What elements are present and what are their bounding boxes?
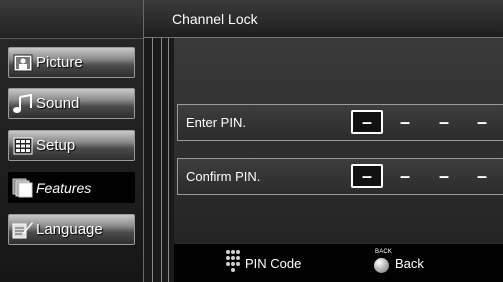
- confirm-pin-digit-4[interactable]: –: [477, 167, 487, 185]
- back-button[interactable]: BACK Back: [373, 244, 424, 282]
- rail-divider: [152, 38, 153, 282]
- picture-icon: [12, 53, 34, 73]
- enter-pin-row: Enter PIN. – – – –: [177, 104, 503, 141]
- confirm-pin-digit-3[interactable]: –: [439, 167, 449, 185]
- language-icon: [12, 220, 34, 240]
- confirm-pin-label: Confirm PIN.: [186, 169, 261, 184]
- enter-pin-digit-1[interactable]: –: [351, 110, 383, 134]
- sidebar-item-features[interactable]: Features: [8, 172, 135, 203]
- confirm-pin-digit-1[interactable]: –: [351, 164, 383, 188]
- enter-pin-digit-2[interactable]: –: [400, 113, 410, 131]
- title-bar: Channel Lock: [144, 0, 503, 38]
- sidebar-item-sound[interactable]: Sound: [8, 88, 135, 119]
- pin-code-label: PIN Code: [245, 255, 302, 271]
- enter-pin-digit-4[interactable]: –: [477, 113, 487, 131]
- back-caption: BACK: [375, 249, 393, 255]
- keypad-icon: [225, 249, 241, 278]
- rail-divider: [168, 38, 169, 282]
- page-title: Channel Lock: [172, 11, 258, 27]
- sidebar-item-setup[interactable]: Setup: [8, 130, 135, 161]
- confirm-pin-digit-2[interactable]: –: [400, 167, 410, 185]
- sidebar-header: [0, 0, 143, 39]
- sidebar-item-picture[interactable]: Picture: [8, 47, 135, 78]
- pin-code-hint[interactable]: PIN Code: [225, 244, 301, 282]
- sidebar-item-language[interactable]: Language: [8, 214, 135, 245]
- sidebar-item-label: Setup: [36, 137, 76, 154]
- sidebar-item-label: Features: [36, 179, 92, 196]
- channel-lock-panel: Enter PIN. – – – – Confirm PIN. – – – –: [174, 38, 503, 244]
- enter-pin-label: Enter PIN.: [186, 115, 246, 130]
- features-stack-icon: [12, 178, 34, 198]
- enter-pin-digit-3[interactable]: –: [439, 113, 449, 131]
- footer-hint-bar: PIN Code BACK Back: [174, 244, 503, 282]
- sidebar-menu: Picture Sound Setup Features Language: [0, 0, 144, 282]
- confirm-pin-row: Confirm PIN. – – – –: [177, 158, 503, 195]
- setup-grid-icon: [12, 136, 34, 156]
- rail-divider: [161, 38, 162, 282]
- back-label: Back: [395, 255, 424, 271]
- sidebar-item-label: Language: [36, 221, 103, 238]
- back-button-icon: BACK: [373, 248, 393, 278]
- sidebar-item-label: Sound: [36, 95, 80, 112]
- sidebar-item-label: Picture: [36, 54, 83, 71]
- panel-rails: [144, 38, 174, 282]
- music-note-icon: [12, 93, 34, 114]
